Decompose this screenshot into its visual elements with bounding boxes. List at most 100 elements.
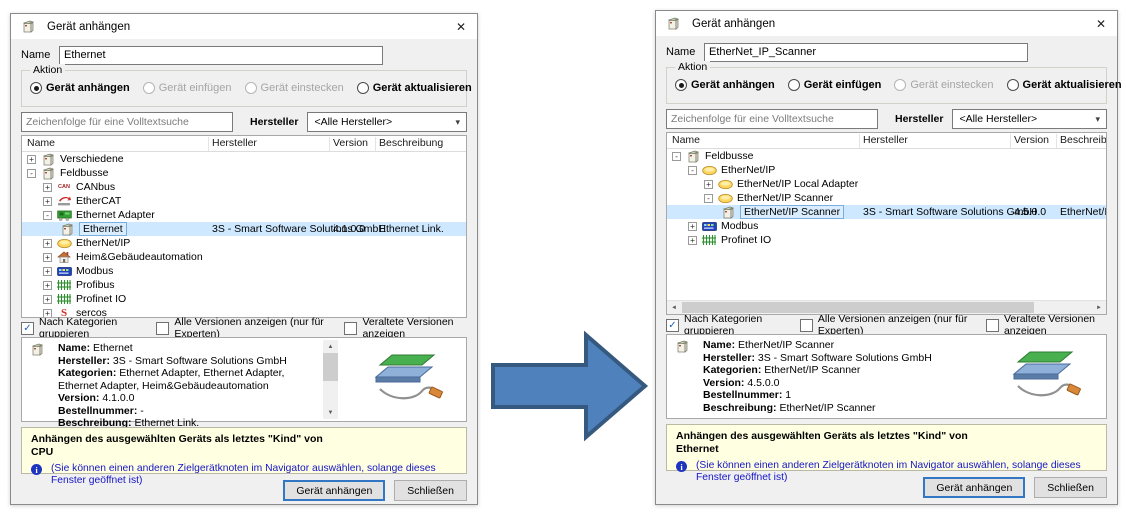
tree-row[interactable]: -Feldbusse: [667, 149, 1106, 163]
fulltext-search-input[interactable]: [21, 112, 233, 132]
tree-item-label: Verschiedene: [60, 153, 124, 165]
column-header-manufacturer[interactable]: Hersteller: [863, 134, 908, 146]
close-icon[interactable]: ✕: [1094, 17, 1108, 31]
radio-update-device[interactable]: Gerät aktualisieren: [1007, 79, 1122, 91]
attach-message-panel: Anhängen des ausgewählten Geräts als let…: [21, 427, 467, 474]
chevron-down-icon: ▾: [455, 117, 460, 128]
tree-header: Name Hersteller Version Beschreibung: [667, 133, 1106, 149]
expander-icon[interactable]: +: [43, 253, 52, 262]
radio-append-device[interactable]: Gerät anhängen: [30, 82, 130, 94]
action-group-label: Aktion: [30, 64, 65, 76]
grid-icon: [701, 234, 717, 247]
tree-row[interactable]: +Profinet IO: [667, 233, 1106, 247]
radio-dot-icon: [894, 79, 906, 91]
column-header-manufacturer[interactable]: Hersteller: [212, 137, 257, 149]
tree-row[interactable]: +CANCANbus: [22, 180, 466, 194]
tree-horizontal-scrollbar[interactable]: ◄ ►: [667, 300, 1106, 314]
manufacturer-dropdown[interactable]: <Alle Hersteller> ▾: [307, 112, 467, 132]
ethercat-icon: [56, 195, 72, 208]
radio-dot-icon: [143, 82, 155, 94]
device-preview-image: [344, 341, 463, 418]
info-manufacturer-label: Hersteller:: [58, 355, 110, 367]
tree-row[interactable]: -EtherNet/IP Scanner: [667, 191, 1106, 205]
expander-icon[interactable]: -: [43, 211, 52, 220]
tree-row[interactable]: +Modbus: [667, 219, 1106, 233]
scroll-down-icon[interactable]: ▼: [323, 406, 338, 419]
tree-row-selected[interactable]: EtherNet/IP Scanner3S - Smart Software S…: [667, 205, 1106, 219]
screenshot-stage: Gerät anhängen ✕ Name Aktion Gerät anhän…: [0, 0, 1126, 515]
tree-item-label: EtherNet/IP: [76, 237, 130, 249]
scrollbar-thumb[interactable]: [323, 353, 338, 381]
expander-icon[interactable]: +: [27, 155, 36, 164]
column-divider: [859, 134, 860, 148]
column-header-description[interactable]: Beschreibung: [1060, 134, 1107, 146]
expander-icon[interactable]: +: [688, 222, 697, 231]
expander-icon[interactable]: +: [688, 236, 697, 245]
tree-row[interactable]: -EtherNet/IP: [667, 163, 1106, 177]
scrollbar-thumb[interactable]: [682, 302, 1034, 313]
tree-row[interactable]: +EtherCAT: [22, 194, 466, 208]
action-radios: Gerät anhängen Gerät einfügen Gerät eins…: [30, 82, 472, 94]
column-header-version[interactable]: Version: [333, 137, 368, 149]
tree-item-label: Profinet IO: [76, 293, 126, 305]
tree-header: Name Hersteller Version Beschreibung: [22, 136, 466, 152]
radio-insert-device[interactable]: Gerät einfügen: [788, 79, 882, 91]
expander-icon[interactable]: -: [704, 194, 713, 203]
expander-icon[interactable]: +: [43, 197, 52, 206]
expander-icon[interactable]: +: [43, 295, 52, 304]
manufacturer-dropdown[interactable]: <Alle Hersteller> ▾: [952, 109, 1107, 129]
tree-options-row: ✓Nach Kategorien gruppieren Alle Version…: [666, 317, 1107, 333]
chevron-down-icon: ▾: [1095, 114, 1100, 125]
close-button[interactable]: Schließen: [394, 480, 467, 501]
radio-append-device[interactable]: Gerät anhängen: [675, 79, 775, 91]
device-name-input[interactable]: [59, 46, 383, 65]
attach-device-button[interactable]: Gerät anhängen: [283, 480, 385, 501]
fulltext-search-input[interactable]: [666, 109, 878, 129]
tree-row[interactable]: + Profibus: [22, 278, 466, 292]
info-vertical-scrollbar[interactable]: ▲ ▼: [323, 340, 338, 419]
close-button[interactable]: Schließen: [1034, 477, 1107, 498]
info-version-value: 4.1.0.0: [102, 392, 134, 404]
ethernet-adapter-icon: [56, 209, 72, 222]
attach-message-line: Anhängen des ausgewählten Geräts als let…: [676, 430, 1097, 443]
column-header-name[interactable]: Name: [672, 134, 700, 146]
title-bar[interactable]: Gerät anhängen ✕: [656, 11, 1117, 36]
tree-row[interactable]: -Ethernet Adapter: [22, 208, 466, 222]
manufacturer-label: Hersteller: [250, 116, 298, 128]
tree-row[interactable]: +Heim&Gebäudeautomation: [22, 250, 466, 264]
expander-icon[interactable]: -: [27, 169, 36, 178]
tree-row[interactable]: +Modbus: [22, 264, 466, 278]
expander-icon[interactable]: +: [43, 267, 52, 276]
column-header-name[interactable]: Name: [27, 137, 55, 149]
title-bar[interactable]: Gerät anhängen ✕: [11, 14, 477, 39]
column-header-version[interactable]: Version: [1014, 134, 1049, 146]
checkbox-unchecked-icon: [344, 322, 357, 335]
close-icon[interactable]: ✕: [454, 20, 468, 34]
action-groupbox: Aktion Gerät anhängen Gerät einfügen Ger…: [21, 70, 467, 107]
attach-target-name: Ethernet: [676, 443, 1097, 456]
tree-row[interactable]: + EtherNet/IP: [22, 236, 466, 250]
tree-row[interactable]: +EtherNet/IP Local Adapter: [667, 177, 1106, 191]
info-categories-value: EtherNet/IP Scanner: [764, 364, 860, 376]
attach-device-button[interactable]: Gerät anhängen: [923, 477, 1025, 498]
tree-row-selected[interactable]: Ethernet3S - Smart Software Solutions Gm…: [22, 222, 466, 236]
expander-icon[interactable]: +: [43, 183, 52, 192]
expander-icon[interactable]: +: [704, 180, 713, 189]
device-name-input[interactable]: [704, 43, 1028, 62]
tree-row[interactable]: -Feldbusse: [22, 166, 466, 180]
radio-update-device[interactable]: Gerät aktualisieren: [357, 82, 472, 94]
tree-body: -Feldbusse -EtherNet/IP +EtherNet/IP Loc…: [667, 149, 1106, 247]
expander-icon[interactable]: -: [672, 152, 681, 161]
tree-row[interactable]: + Verschiedene: [22, 152, 466, 166]
expander-icon[interactable]: +: [43, 239, 52, 248]
scroll-up-icon[interactable]: ▲: [323, 340, 338, 353]
expander-icon[interactable]: +: [43, 281, 52, 290]
tree-item-label: Profibus: [76, 279, 115, 291]
expander-icon[interactable]: -: [688, 166, 697, 175]
tree-row[interactable]: + Profinet IO: [22, 292, 466, 306]
search-row: Hersteller <Alle Hersteller> ▾: [666, 109, 1107, 129]
column-divider: [1010, 134, 1011, 148]
manufacturer-selected-value: <Alle Hersteller>: [959, 113, 1037, 125]
column-header-description[interactable]: Beschreibung: [379, 137, 443, 149]
info-description-label: Beschreibung:: [703, 402, 777, 414]
